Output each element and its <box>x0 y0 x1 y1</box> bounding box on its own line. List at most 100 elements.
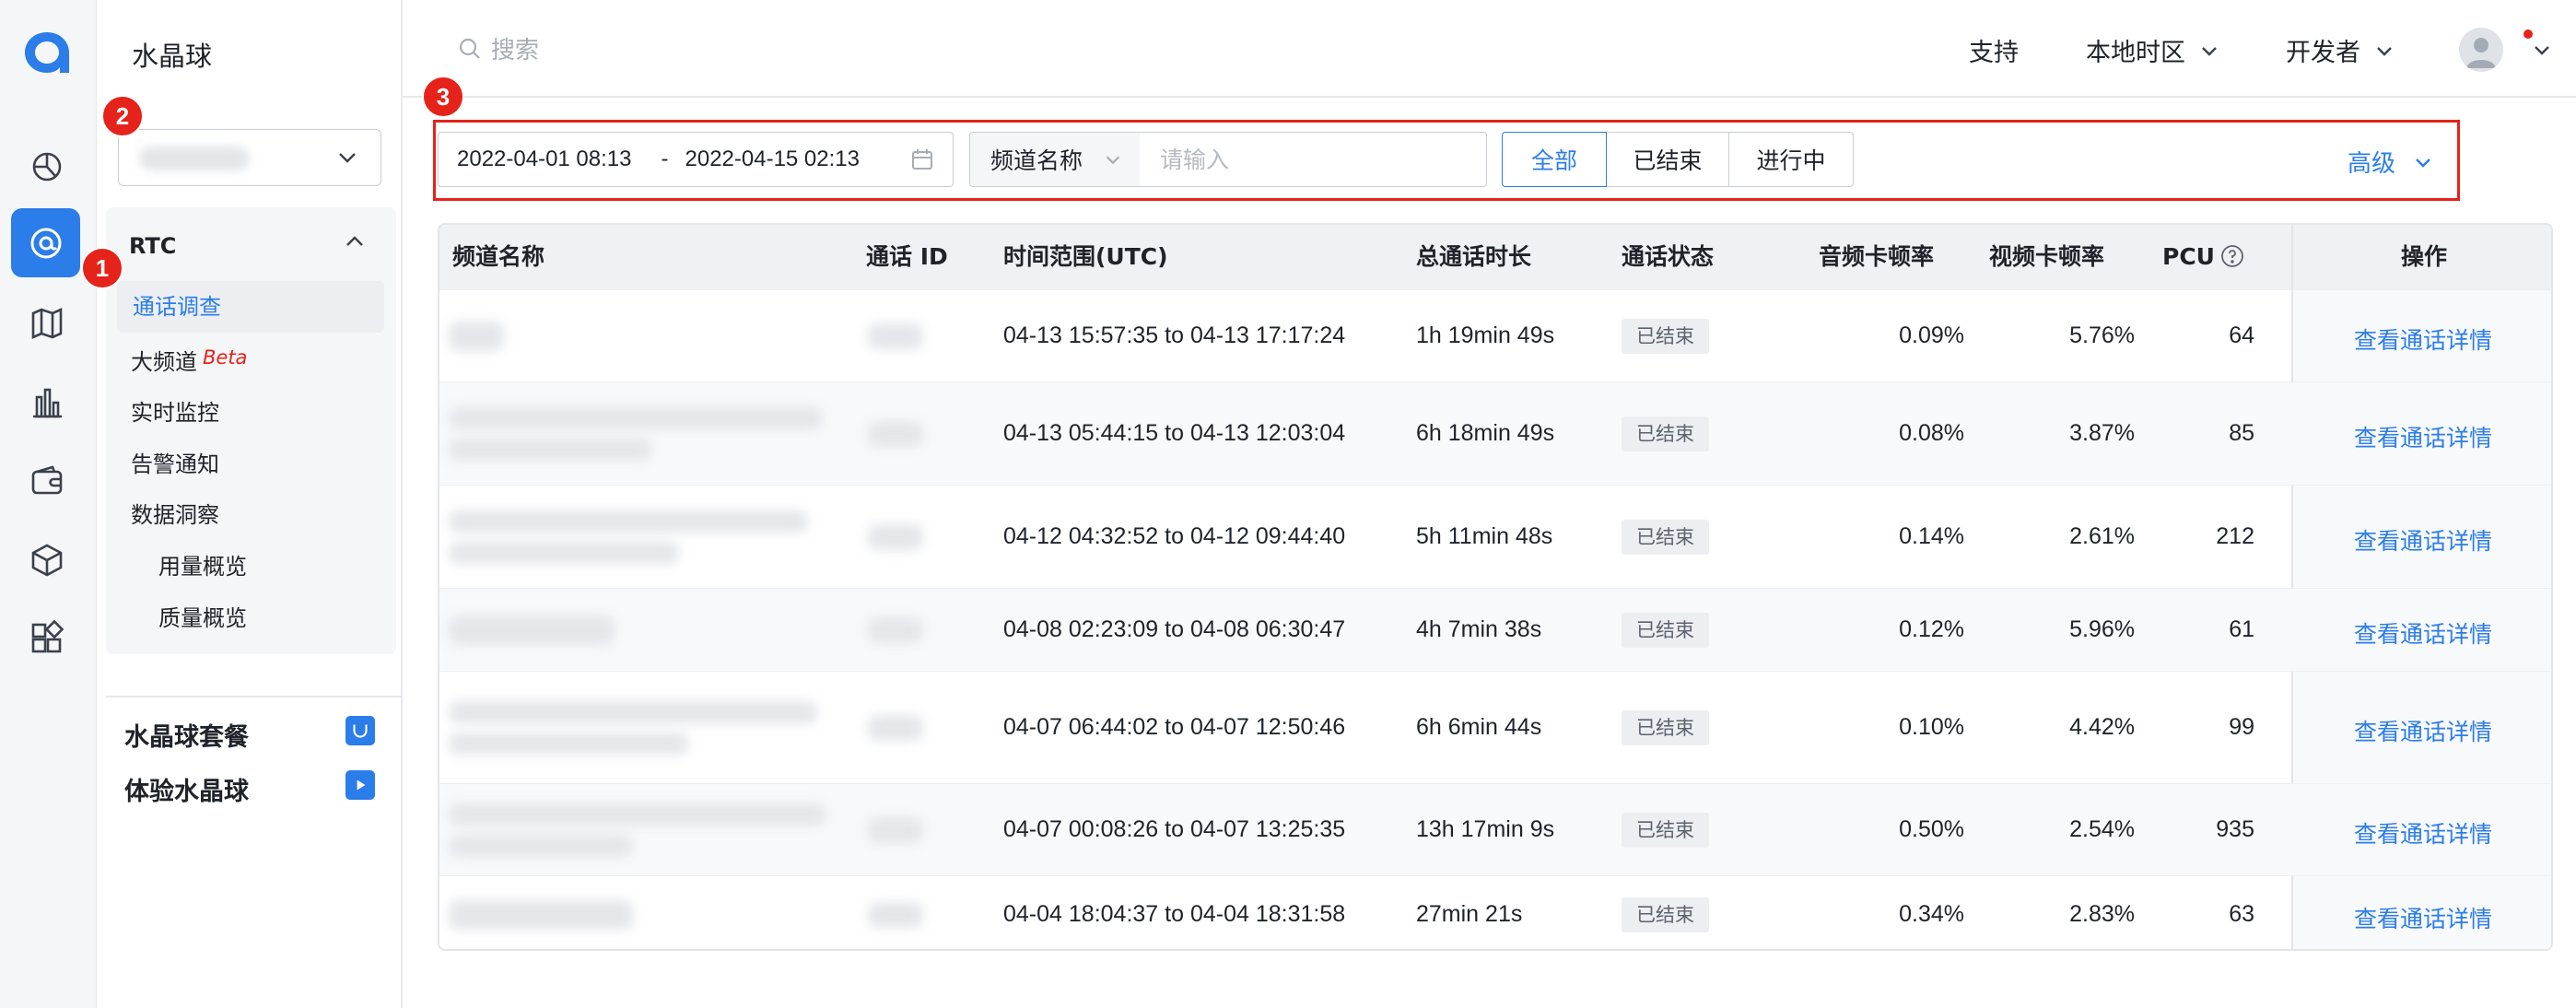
table-row[interactable]: 04-13 05:44:15 to 04-13 12:03:04 6h 18min… <box>439 381 2551 485</box>
table-row[interactable]: 04-12 04:32:52 to 04-12 09:44:40 5h 11min… <box>439 485 2551 588</box>
icon-rail <box>0 0 97 1008</box>
table-row[interactable]: 04-07 00:08:26 to 04-07 13:25:35 13h 17mi… <box>439 783 2551 875</box>
call-id-redacted <box>868 323 923 349</box>
cell-pcu: 99 <box>2229 714 2254 740</box>
chevron-down-icon <box>2377 46 2392 56</box>
user-avatar[interactable] <box>2459 28 2503 72</box>
table-row[interactable]: 04-04 18:04:37 to 04-04 18:31:58 27min 21… <box>439 875 2551 949</box>
view-call-details-link[interactable]: 查看通话详情 <box>2291 523 2551 557</box>
cell-audio-freeze: 0.12% <box>1899 616 1964 642</box>
chevron-down-icon <box>339 153 356 163</box>
developer-dropdown[interactable]: 开发者 <box>2286 32 2395 68</box>
status-badge: 已结束 <box>1622 710 1709 745</box>
play-video-icon[interactable] <box>345 770 375 800</box>
status-filter-ended[interactable]: 已结束 <box>1605 132 1730 187</box>
view-call-details-link[interactable]: 查看通话详情 <box>2291 901 2551 934</box>
col-header-channel: 频道名称 <box>452 243 545 270</box>
menu-item-call-search[interactable]: 通话调查 <box>117 281 384 333</box>
cell-duration: 13h 17min 9s <box>1416 816 1555 842</box>
cell-duration: 1h 19min 49s <box>1416 322 1555 348</box>
apps-icon[interactable] <box>24 615 70 662</box>
channel-name-redacted <box>449 701 817 723</box>
help-icon[interactable] <box>2220 244 2244 268</box>
table-row[interactable]: 04-08 02:23:09 to 04-08 06:30:47 4h 7min … <box>439 588 2551 671</box>
channel-name-redacted <box>449 542 679 564</box>
plan-link[interactable]: 水晶球套餐 <box>124 717 249 753</box>
channel-name-redacted <box>449 733 688 755</box>
status-badge: 已结束 <box>1622 613 1709 648</box>
channel-name-redacted <box>449 322 504 351</box>
chevron-up-icon[interactable] <box>341 228 369 255</box>
project-select[interactable] <box>118 129 381 186</box>
channel-name-redacted <box>449 835 633 857</box>
chevron-down-icon <box>1106 156 1120 165</box>
dashboard-icon[interactable] <box>24 143 70 189</box>
col-header-status: 通话状态 <box>1622 243 1715 270</box>
submenu-item-usage[interactable]: 用量概览 <box>158 548 247 580</box>
submenu-item-quality[interactable]: 质量概览 <box>158 600 247 632</box>
trial-link[interactable]: 体验水晶球 <box>124 771 249 807</box>
developer-label: 开发者 <box>2286 39 2360 67</box>
date-end: 2022-04-15 02:13 <box>685 147 861 171</box>
cell-audio-freeze: 0.08% <box>1899 420 1964 446</box>
cube-icon[interactable] <box>24 537 70 583</box>
cell-video-freeze: 5.76% <box>2069 322 2135 348</box>
chevron-down-icon[interactable] <box>2531 39 2553 61</box>
cell-time-range: 04-07 00:08:26 to 04-07 13:25:35 <box>1003 816 1346 842</box>
view-call-details-link[interactable]: 查看通话详情 <box>2291 616 2551 650</box>
status-filter-ongoing[interactable]: 进行中 <box>1728 132 1854 187</box>
status-badge: 已结束 <box>1622 319 1709 354</box>
global-search[interactable]: 搜索 <box>458 31 539 65</box>
menu-item-alerts[interactable]: 告警通知 <box>131 446 219 478</box>
menu-item-large-channel[interactable]: 大频道 Beta <box>131 344 247 376</box>
map-icon[interactable] <box>24 300 70 346</box>
cell-time-range: 04-13 15:57:35 to 04-13 17:17:24 <box>1003 322 1346 348</box>
bar-chart-icon[interactable] <box>24 380 70 426</box>
product-title: 水晶球 <box>132 41 213 72</box>
channel-search-input[interactable] <box>1140 132 1487 187</box>
support-link[interactable]: 支持 <box>1969 32 2019 68</box>
rtc-menu: RTC 通话调查 大频道 Beta 实时监控 告警通知 数据洞察 用量概览 质量概… <box>106 207 396 654</box>
view-call-details-link[interactable]: 查看通话详情 <box>2291 420 2551 453</box>
app-logo[interactable] <box>20 28 74 77</box>
menu-item-realtime-monitor[interactable]: 实时监控 <box>131 394 219 427</box>
table-row[interactable]: 04-13 15:57:35 to 04-13 17:17:24 1h 19min… <box>439 289 2551 381</box>
menu-item-data-insights[interactable]: 数据洞察 <box>131 497 219 529</box>
channel-name-redacted <box>449 510 808 533</box>
bag-icon[interactable] <box>345 716 375 745</box>
wallet-icon[interactable] <box>24 458 70 504</box>
table-row[interactable]: 04-07 06:44:02 to 04-07 12:50:46 6h 6min … <box>439 671 2551 783</box>
cell-time-range: 04-08 02:23:09 to 04-08 06:30:47 <box>1003 616 1346 642</box>
channel-name-redacted <box>449 803 826 826</box>
date-range-picker[interactable]: 2022-04-01 08:13 - 2022-04-15 02:13 <box>438 132 954 187</box>
notification-dot <box>2523 29 2533 39</box>
calls-table: 频道名称 通话 ID 时间范围(UTC) 总通话时长 通话状态 音频卡顿率 视频… <box>438 223 2553 951</box>
call-search-icon[interactable] <box>11 208 80 277</box>
cell-video-freeze: 2.54% <box>2069 816 2135 842</box>
sidebar-divider <box>106 696 401 697</box>
annotation-badge-2: 2 <box>101 95 144 137</box>
cell-time-range: 04-07 06:44:02 to 04-07 12:50:46 <box>1003 714 1346 740</box>
cell-duration: 27min 21s <box>1416 901 1523 927</box>
search-placeholder: 搜索 <box>491 37 540 64</box>
cell-duration: 4h 7min 38s <box>1416 616 1542 642</box>
calendar-icon <box>912 149 932 170</box>
cell-video-freeze: 2.83% <box>2069 901 2135 927</box>
rtc-group-label[interactable]: RTC <box>129 233 176 259</box>
view-call-details-link[interactable]: 查看通话详情 <box>2291 714 2551 747</box>
channel-field-select[interactable]: 频道名称 <box>969 132 1141 187</box>
view-call-details-link[interactable]: 查看通话详情 <box>2291 816 2551 850</box>
cell-audio-freeze: 0.10% <box>1899 714 1964 740</box>
status-filter-all[interactable]: 全部 <box>1502 132 1607 187</box>
search-icon <box>459 38 480 59</box>
call-id-redacted <box>868 715 923 741</box>
advanced-filter-toggle[interactable]: 高级 <box>2348 145 2434 179</box>
view-call-details-link[interactable]: 查看通话详情 <box>2291 322 2551 356</box>
channel-field-label: 频道名称 <box>990 147 1083 174</box>
cell-audio-freeze: 0.34% <box>1899 901 1964 927</box>
table-header: 频道名称 通话 ID 时间范围(UTC) 总通话时长 通话状态 音频卡顿率 视频… <box>439 225 2551 289</box>
cell-video-freeze: 5.96% <box>2069 616 2135 642</box>
secondary-sidebar: 水晶球 RTC 通话调查 大频道 Beta 实时监控 告警通知 数据洞察 用量概览… <box>97 0 403 1008</box>
timezone-dropdown[interactable]: 本地时区 <box>2086 32 2220 68</box>
col-header-action: 操作 <box>2291 225 2551 289</box>
